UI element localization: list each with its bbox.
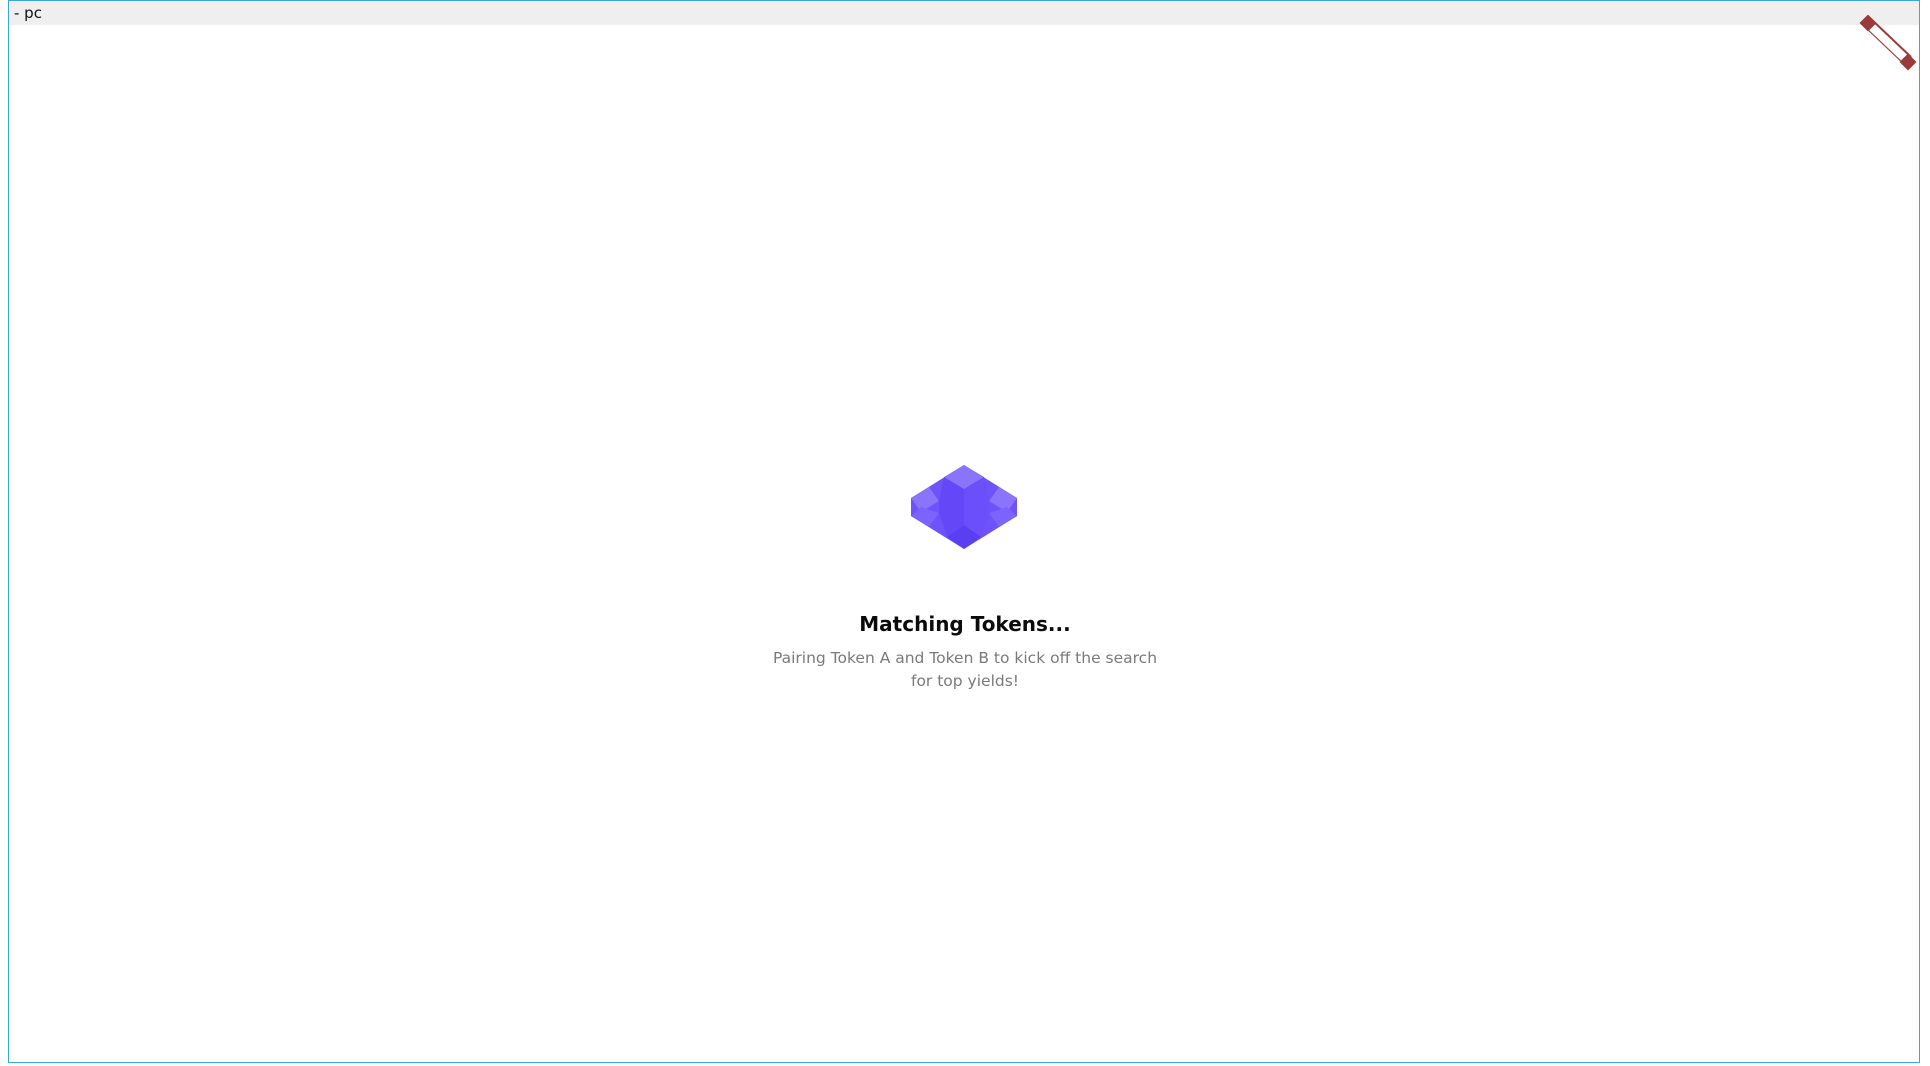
loading-heading: Matching Tokens...	[859, 612, 1071, 636]
cube-logo-icon	[909, 463, 1019, 551]
loading-message: Pairing Token A and Token B to kick off …	[772, 649, 1158, 690]
app-window: - pc Matching Tokens... Pairing Token A …	[8, 0, 1920, 1063]
loading-panel: Matching Tokens... Pairing Token A and T…	[9, 1, 1919, 1062]
